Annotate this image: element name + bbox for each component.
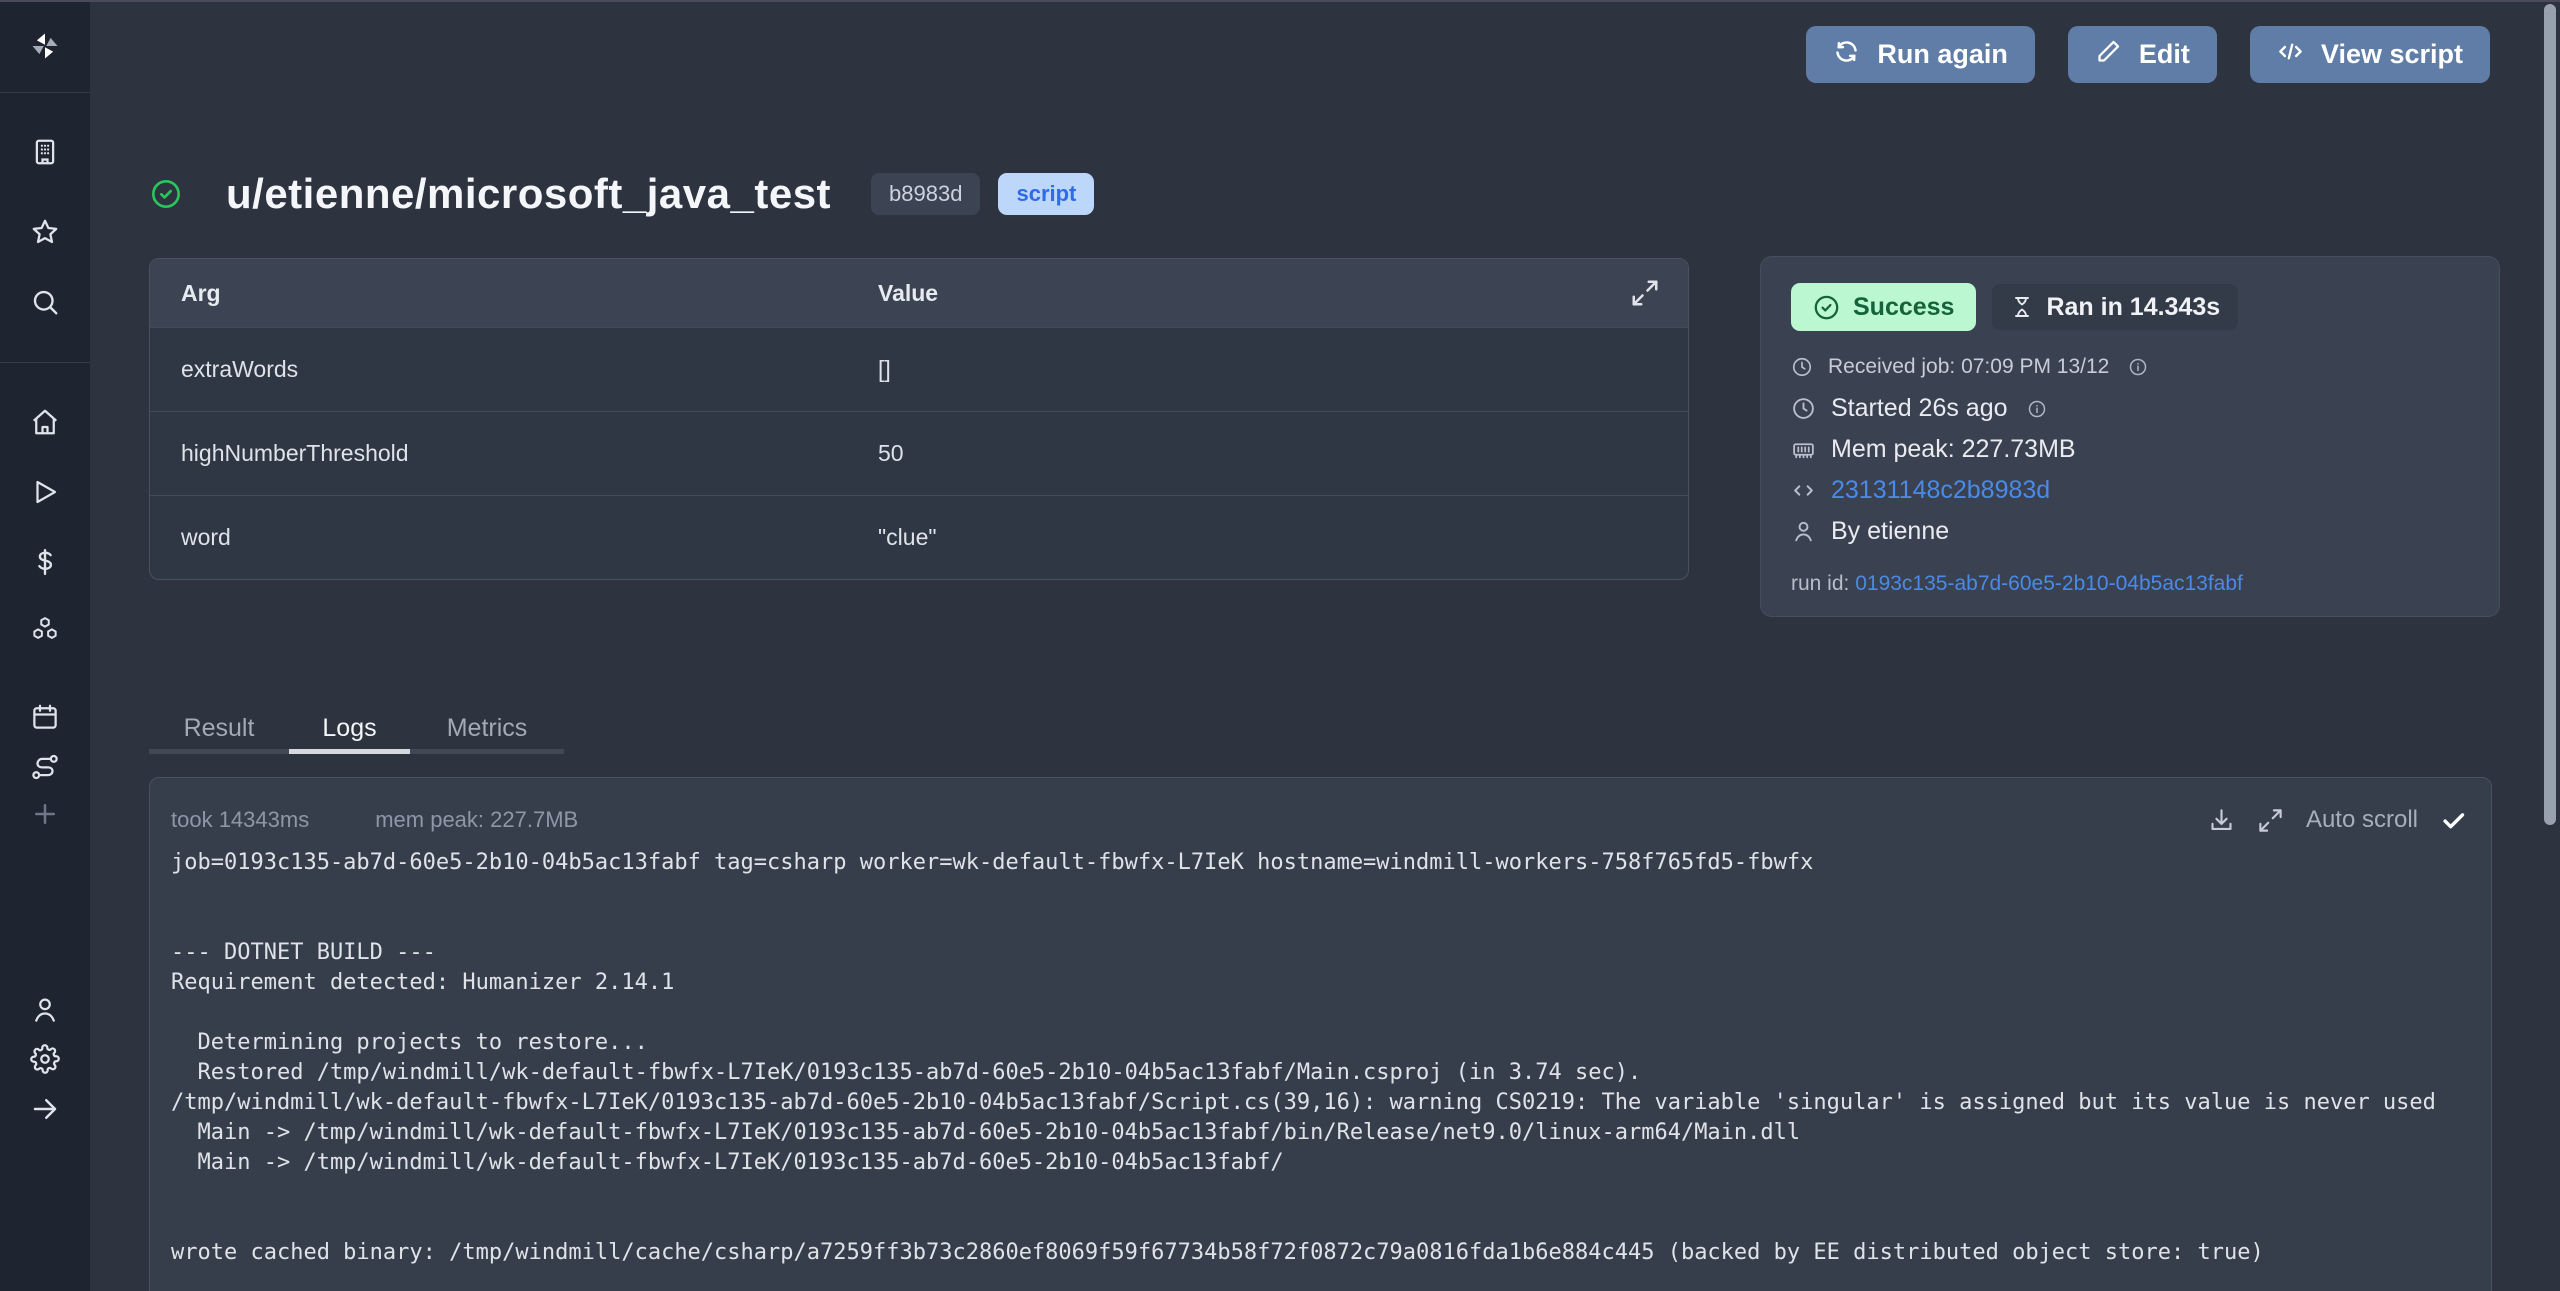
arg-name: highNumberThreshold [150,440,878,467]
received-job-label: Received job: 07:09 PM 13/12 [1828,355,2109,379]
log-mem-peak-label: mem peak: 227.7MB [375,807,578,833]
script-hash-row: 23131148c2b8983d [1791,476,2469,505]
page-title: u/etienne/microsoft_java_test [226,170,831,218]
variables-dollar-icon[interactable] [29,546,61,578]
expand-log-icon[interactable] [2257,807,2284,834]
schedules-calendar-icon[interactable] [29,701,61,733]
download-icon[interactable] [2208,807,2235,834]
status-chips: Success Ran in 14.343s [1791,283,2469,331]
result-tabs: Result Logs Metrics [149,708,564,754]
runs-play-icon[interactable] [29,476,61,508]
expand-args-icon[interactable] [1630,278,1660,308]
run-id-link[interactable]: 0193c135-ab7d-60e5-2b10-04b5ac13fabf [1855,572,2243,595]
settings-gear-icon[interactable] [29,1043,61,1075]
run-again-label: Run again [1877,39,2008,70]
title-row: u/etienne/microsoft_java_test b8983d scr… [150,170,1094,218]
table-row: word "clue" [150,495,1688,579]
edit-label: Edit [2139,39,2190,70]
person-icon [1791,519,1816,544]
arg-name: extraWords [150,356,878,383]
tab-result[interactable]: Result [149,708,289,754]
mem-peak-label: Mem peak: 227.73MB [1831,435,2076,464]
view-script-label: View script [2321,39,2463,70]
sidebar-divider [0,362,90,363]
search-icon[interactable] [29,286,61,318]
received-job-row: Received job: 07:09 PM 13/12 [1791,355,2469,379]
hash-badge: b8983d [871,173,980,215]
pencil-icon [2095,38,2122,72]
run-duration-label: Ran in 14.343s [2046,293,2220,322]
script-hash-link[interactable]: 23131148c2b8983d [1831,476,2050,505]
started-row: Started 26s ago [1791,394,2469,423]
log-panel: took 14343ms mem peak: 227.7MB Auto scro… [149,777,2492,1291]
workers-route-icon[interactable] [29,751,61,783]
log-took-label: took 14343ms [171,807,309,833]
script-type-badge[interactable]: script [998,173,1094,215]
clock-icon [1791,396,1816,421]
value-column-header: Value [878,280,1630,307]
started-label: Started 26s ago [1831,394,2008,423]
check-circle-icon [1813,294,1840,321]
arg-value: [] [878,356,1688,383]
table-row: highNumberThreshold 50 [150,411,1688,495]
code-icon [2277,38,2304,72]
arg-column-header: Arg [150,280,878,307]
info-icon[interactable] [2027,399,2047,419]
edit-button[interactable]: Edit [2068,26,2217,83]
home-icon[interactable] [29,406,61,438]
refresh-icon [1833,38,1860,72]
add-plus-icon[interactable] [29,798,61,830]
resources-cubes-icon[interactable] [29,614,61,646]
code-icon [1791,478,1816,503]
mem-peak-row: Mem peak: 227.73MB [1791,435,2469,464]
favorites-star-icon[interactable] [29,216,61,248]
action-toolbar: Run again Edit View script [1806,26,2490,83]
log-panel-header: took 14343ms mem peak: 227.7MB Auto scro… [150,778,2491,834]
windmill-logo-icon[interactable] [29,30,61,62]
tab-metrics[interactable]: Metrics [410,708,564,754]
success-badge: Success [1791,283,1976,331]
main-content: Run again Edit View script [90,2,2560,1291]
clock-icon [1791,356,1813,378]
run-duration-chip: Ran in 14.343s [1992,284,2238,330]
success-check-circle-icon [150,178,182,210]
log-tools: Auto scroll [2208,806,2467,834]
workspace-building-icon[interactable] [29,136,61,168]
info-icon[interactable] [2128,357,2148,377]
sidebar [0,2,90,1291]
sidebar-divider [0,92,90,93]
tab-logs[interactable]: Logs [289,708,410,754]
triggered-by-label: By etienne [1831,517,1949,546]
auto-scroll-checkbox[interactable] [2440,807,2467,834]
arg-value: 50 [878,440,1688,467]
args-table: Arg Value extraWords [] highNumberThresh… [149,258,1689,580]
success-label: Success [1853,293,1954,322]
arg-name: word [150,524,878,551]
args-table-header: Arg Value [150,259,1688,327]
hourglass-icon [2010,295,2034,319]
run-id-label: run id: [1791,572,1849,595]
auto-scroll-label: Auto scroll [2306,806,2418,834]
user-person-icon[interactable] [29,994,61,1026]
arg-value: "clue" [878,524,1688,551]
triggered-by-row: By etienne [1791,517,2469,546]
window-scrollbar-thumb[interactable] [2544,4,2556,825]
collapse-arrow-right-icon[interactable] [29,1093,61,1125]
view-script-button[interactable]: View script [2250,26,2490,83]
table-row: extraWords [] [150,327,1688,411]
memory-icon [1791,437,1816,462]
run-id-row: run id: 0193c135-ab7d-60e5-2b10-04b5ac13… [1791,572,2469,596]
run-again-button[interactable]: Run again [1806,26,2035,83]
log-output[interactable]: job=0193c135-ab7d-60e5-2b10-04b5ac13fabf… [171,848,2491,1268]
status-panel: Success Ran in 14.343s Received job: 07:… [1760,256,2500,617]
windmill-run-page: Run again Edit View script [0,0,2560,1291]
